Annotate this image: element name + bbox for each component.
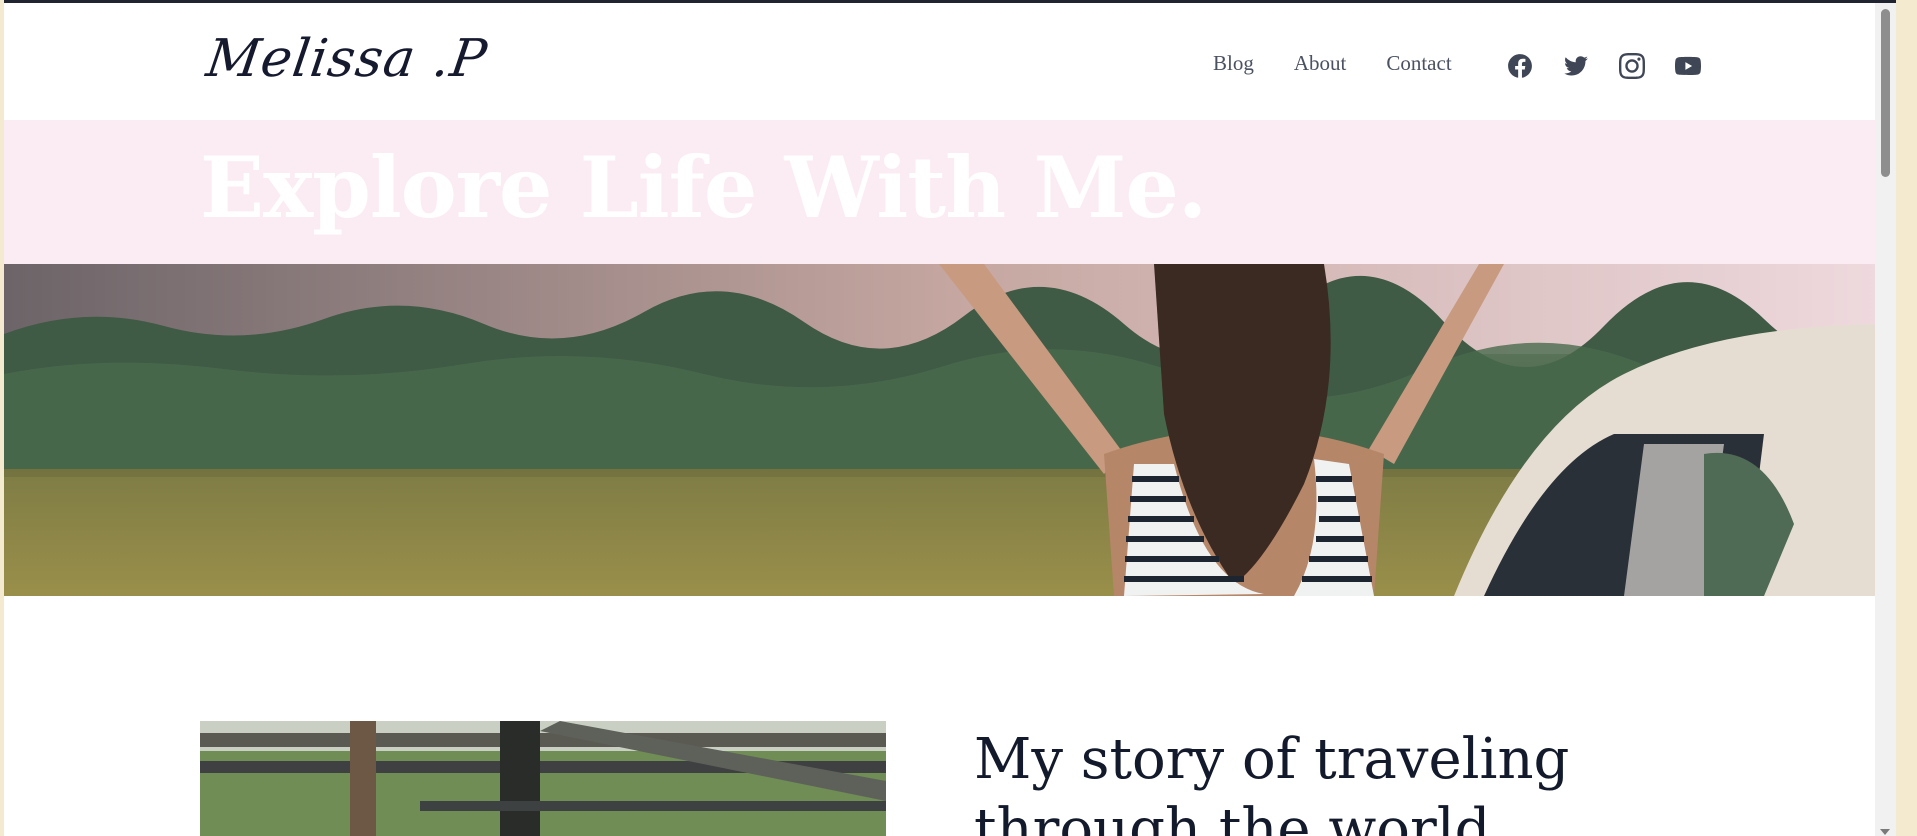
twitter-icon[interactable] [1563, 53, 1589, 79]
social-links [1507, 53, 1701, 79]
story-scene [200, 721, 886, 836]
scrollbar-thumb[interactable] [1881, 9, 1890, 177]
main-nav: Blog About Contact [1213, 51, 1452, 76]
story-image [200, 721, 886, 836]
facebook-icon[interactable] [1507, 53, 1533, 79]
site-logo[interactable]: Melissa .P [203, 29, 491, 89]
hero-image [4, 264, 1896, 596]
story-title: My story of traveling through the world [974, 727, 1570, 836]
page-scrollbar[interactable] [1875, 3, 1896, 836]
hero-title: Explore Life With Me. [200, 138, 1207, 237]
nav-blog-link[interactable]: Blog [1213, 51, 1254, 76]
hero-scene [4, 264, 1896, 596]
scroll-down-arrow-icon[interactable] [1880, 829, 1890, 835]
nav-about-link[interactable]: About [1294, 51, 1347, 76]
page-viewport: Melissa .P Blog About Contact Explore Li… [4, 0, 1896, 836]
instagram-icon[interactable] [1619, 53, 1645, 79]
site-header: Melissa .P Blog About Contact [4, 3, 1896, 120]
youtube-icon[interactable] [1675, 53, 1701, 79]
nav-contact-link[interactable]: Contact [1386, 51, 1451, 76]
